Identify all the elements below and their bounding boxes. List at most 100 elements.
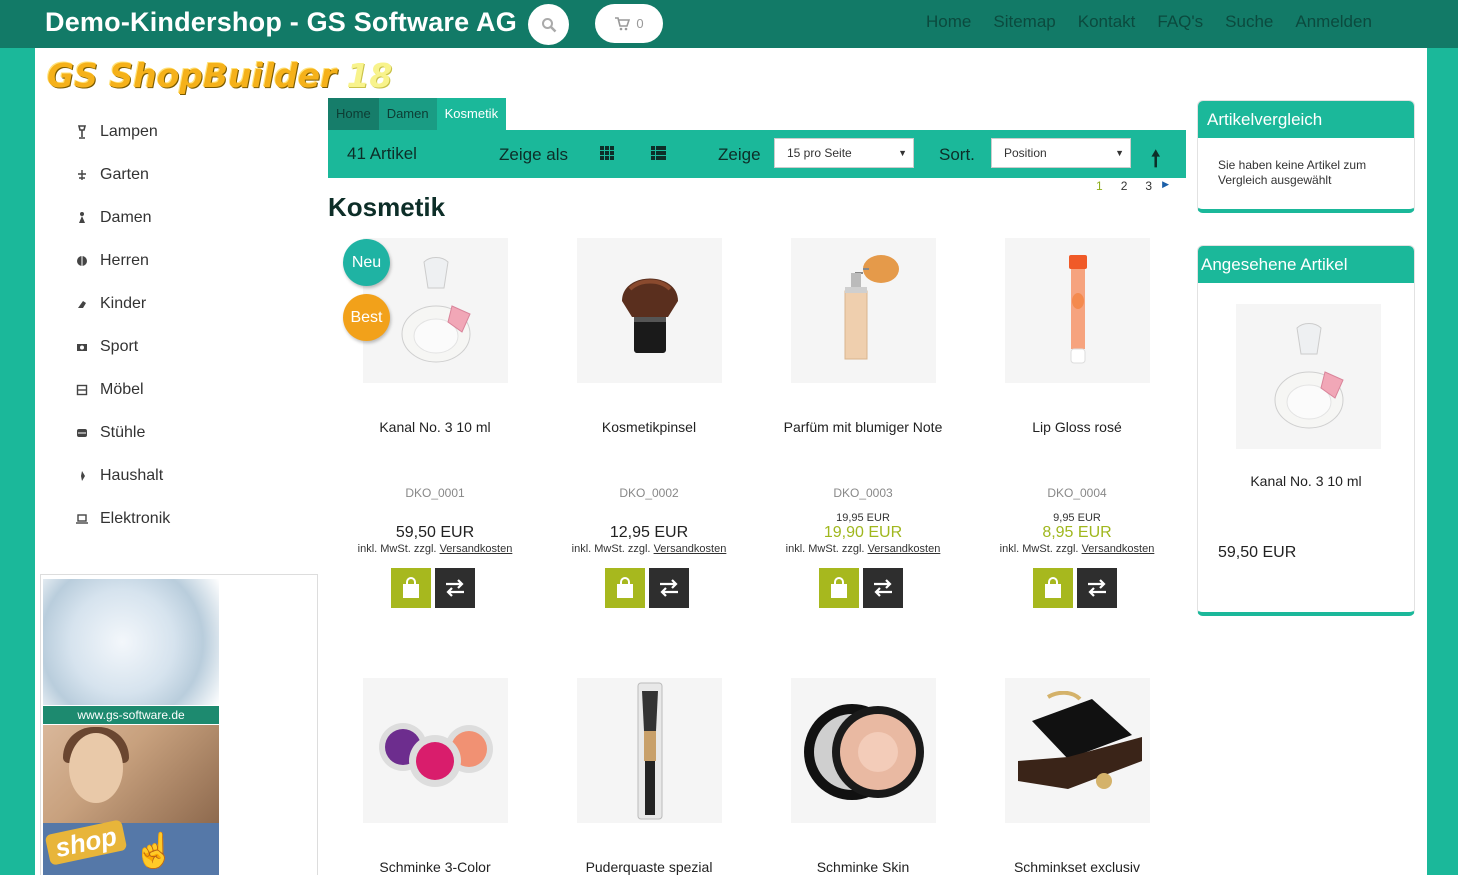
add-to-cart-button[interactable] bbox=[819, 568, 859, 608]
sort-label: Sort. bbox=[939, 145, 975, 164]
category-damen[interactable]: Damen bbox=[75, 196, 315, 239]
category-sport[interactable]: Sport bbox=[75, 325, 315, 368]
electronics-icon bbox=[75, 512, 89, 526]
product-card[interactable]: Schminke 3-Color bbox=[328, 678, 542, 875]
per-page-select[interactable]: 15 pro Seite ▼ bbox=[774, 138, 914, 168]
tax-note: inkl. MwSt. zzgl. Versandkosten bbox=[542, 543, 756, 555]
product-sku: DKO_0002 bbox=[619, 486, 679, 500]
category-haushalt[interactable]: Haushalt bbox=[75, 454, 315, 497]
viewed-product-image[interactable] bbox=[1236, 304, 1381, 449]
list-view-icon[interactable] bbox=[651, 145, 666, 165]
per-page-label: Zeige bbox=[718, 145, 761, 164]
product-name[interactable]: Puderquaste spezial bbox=[542, 859, 756, 875]
breadcrumb-damen[interactable]: Damen bbox=[378, 98, 437, 130]
product-image[interactable] bbox=[1005, 238, 1150, 383]
product-name[interactable]: Schminke Skin bbox=[756, 859, 970, 875]
category-label: Garten bbox=[100, 165, 149, 183]
product-image[interactable] bbox=[791, 678, 936, 823]
product-card[interactable]: Lip Gloss rosé DKO_0004 9,95 EUR 8,95 EU… bbox=[970, 238, 1184, 618]
shop-logo[interactable]: GS ShopBuilder 18 bbox=[47, 56, 392, 95]
product-price: 12,95 EUR bbox=[609, 524, 689, 541]
category-lampen[interactable]: Lampen bbox=[75, 110, 315, 153]
product-image[interactable] bbox=[791, 238, 936, 383]
page-1[interactable]: 1 bbox=[1096, 179, 1103, 193]
product-name[interactable]: Kosmetikpinsel bbox=[542, 419, 756, 435]
compare-button[interactable] bbox=[649, 568, 689, 608]
category-stuehle[interactable]: Stühle bbox=[75, 411, 315, 454]
product-card[interactable]: Puderquaste spezial bbox=[542, 678, 756, 875]
pagination: 1 2 3 ▶ bbox=[1096, 179, 1169, 193]
shopping-bag-icon bbox=[831, 577, 847, 598]
product-name[interactable]: Parfüm mit blumiger Note bbox=[756, 419, 970, 435]
product-sku: DKO_0003 bbox=[833, 486, 893, 500]
product-image[interactable] bbox=[577, 678, 722, 823]
shipping-link[interactable]: Versandkosten bbox=[440, 543, 513, 555]
category-label: Möbel bbox=[100, 380, 144, 398]
product-image[interactable] bbox=[577, 238, 722, 383]
cart-button[interactable]: 0 bbox=[595, 4, 663, 43]
shipping-link[interactable]: Versandkosten bbox=[868, 543, 941, 555]
product-image[interactable] bbox=[1005, 678, 1150, 823]
male-icon bbox=[75, 254, 89, 268]
breadcrumb: Home Damen Kosmetik bbox=[328, 98, 507, 130]
shopping-bag-icon bbox=[617, 577, 633, 598]
breadcrumb-kosmetik[interactable]: Kosmetik bbox=[436, 98, 507, 130]
nav-home[interactable]: Home bbox=[926, 12, 971, 32]
product-card[interactable]: Parfüm mit blumiger Note DKO_0003 19,95 … bbox=[756, 238, 970, 618]
pointer-hand-icon: ☝ bbox=[133, 832, 176, 870]
product-card[interactable]: Schminkset exclusiv bbox=[970, 678, 1184, 875]
promo-banner[interactable]: www.gs-software.de shop ☝ bbox=[40, 574, 318, 875]
sport-icon bbox=[75, 340, 89, 354]
category-herren[interactable]: Herren bbox=[75, 239, 315, 282]
product-card[interactable]: Schminke Skin bbox=[756, 678, 970, 875]
category-kinder[interactable]: Kinder bbox=[75, 282, 315, 325]
sort-direction-icon[interactable]: 🠕 bbox=[1151, 142, 1160, 180]
product-image[interactable] bbox=[363, 678, 508, 823]
page-2[interactable]: 2 bbox=[1121, 179, 1128, 193]
shipping-link[interactable]: Versandkosten bbox=[654, 543, 727, 555]
product-card[interactable]: Kosmetikpinsel DKO_0002 12,95 EUR inkl. … bbox=[542, 238, 756, 618]
compare-arrows-icon bbox=[1088, 579, 1106, 597]
category-moebel[interactable]: Möbel bbox=[75, 368, 315, 411]
next-page-icon[interactable]: ▶ bbox=[1162, 179, 1169, 193]
breadcrumb-home[interactable]: Home bbox=[328, 98, 379, 130]
product-actions bbox=[391, 568, 475, 608]
nav-suche[interactable]: Suche bbox=[1225, 12, 1273, 32]
page-3[interactable]: 3 bbox=[1145, 179, 1152, 193]
chevron-down-icon: ▼ bbox=[1115, 148, 1124, 158]
nav-kontakt[interactable]: Kontakt bbox=[1078, 12, 1136, 32]
product-name[interactable]: Schminke 3-Color bbox=[328, 859, 542, 875]
compare-button[interactable] bbox=[435, 568, 475, 608]
category-label: Herren bbox=[100, 251, 149, 269]
search-button[interactable] bbox=[528, 4, 569, 45]
add-to-cart-button[interactable] bbox=[391, 568, 431, 608]
nav-anmelden[interactable]: Anmelden bbox=[1295, 12, 1372, 32]
sort-value: Position bbox=[1004, 146, 1047, 160]
category-elektronik[interactable]: Elektronik bbox=[75, 497, 315, 540]
logo-text: GS ShopBuilder bbox=[47, 56, 337, 95]
brush-image bbox=[621, 278, 678, 353]
add-to-cart-button[interactable] bbox=[1033, 568, 1073, 608]
compact-powder-image bbox=[803, 703, 924, 800]
category-label: Sport bbox=[100, 337, 139, 355]
shipping-link[interactable]: Versandkosten bbox=[1082, 543, 1155, 555]
compare-button[interactable] bbox=[1077, 568, 1117, 608]
shop-title[interactable]: Demo-Kindershop - GS Software AG bbox=[45, 7, 517, 38]
compare-arrows-icon bbox=[660, 579, 678, 597]
viewed-product-name[interactable]: Kanal No. 3 10 ml bbox=[1198, 473, 1414, 489]
compare-button[interactable] bbox=[863, 568, 903, 608]
category-list: Lampen Garten Damen Herren Kinder Sport … bbox=[75, 110, 315, 540]
product-name[interactable]: Schminkset exclusiv bbox=[970, 859, 1184, 875]
add-to-cart-button[interactable] bbox=[605, 568, 645, 608]
nav-faq[interactable]: FAQ's bbox=[1157, 12, 1203, 32]
compare-empty-text: Sie haben keine Artikel zum Vergleich au… bbox=[1218, 158, 1367, 187]
sort-select[interactable]: Position ▼ bbox=[991, 138, 1131, 168]
face-shape bbox=[69, 733, 123, 803]
product-name[interactable]: Kanal No. 3 10 ml bbox=[328, 419, 542, 435]
nav-sitemap[interactable]: Sitemap bbox=[993, 12, 1055, 32]
product-card[interactable]: Neu Best Kanal No. 3 10 ml DKO_0001 59,5… bbox=[328, 238, 542, 618]
grid-view-icon[interactable] bbox=[600, 145, 614, 165]
shop-graphic: shop ☝ bbox=[43, 819, 219, 875]
product-name[interactable]: Lip Gloss rosé bbox=[970, 419, 1184, 435]
category-garten[interactable]: Garten bbox=[75, 153, 315, 196]
